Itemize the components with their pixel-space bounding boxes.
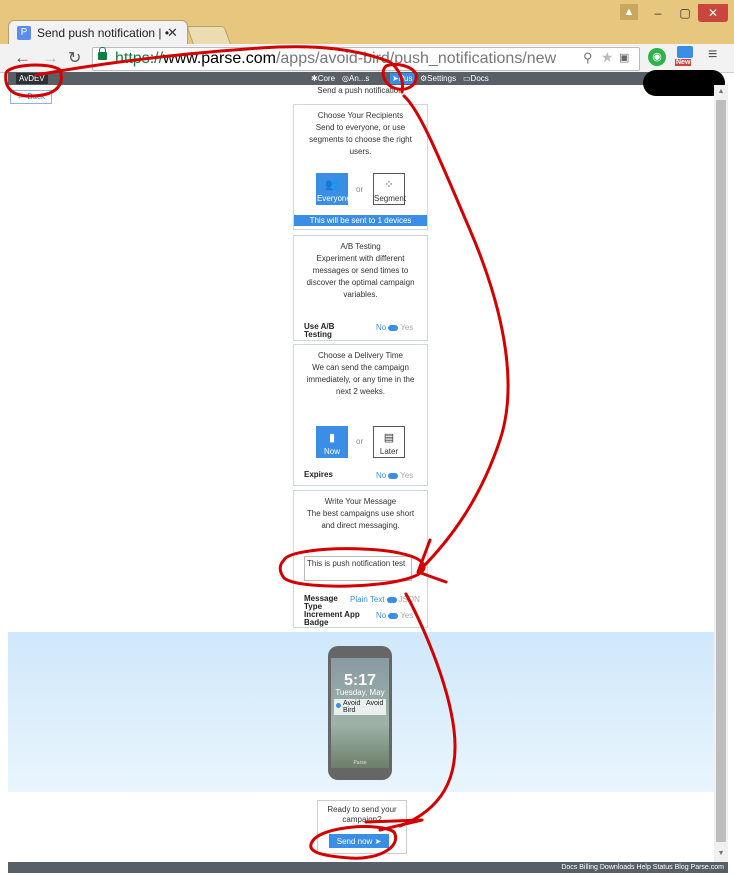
back-button[interactable]: ← Back xyxy=(10,90,52,104)
nav-analytics[interactable]: ◎An...s xyxy=(342,73,369,84)
increment-badge-toggle[interactable]: No Yes xyxy=(376,611,413,620)
lock-icon xyxy=(98,47,107,60)
scrollbar-thumb[interactable] xyxy=(716,100,726,842)
menu-icon[interactable]: ≡ xyxy=(708,46,717,64)
segment-option[interactable]: ⁘ Segment xyxy=(373,173,407,205)
redaction-mark xyxy=(643,70,725,96)
send-arrow-icon: ➤ xyxy=(374,837,382,846)
ab-testing-description: A/B Testing Experiment with different me… xyxy=(306,242,415,299)
expires-label: Expires xyxy=(304,470,333,479)
back-arrow-icon[interactable]: ← xyxy=(14,48,31,68)
translate-icon[interactable]: ▣ xyxy=(619,51,629,64)
nav-push[interactable]: ➤Pus xyxy=(390,73,415,84)
footer-links[interactable]: Docs Billing Downloads Help Status Blog … xyxy=(8,862,728,873)
ab-testing-toggle[interactable]: No Yes xyxy=(376,323,413,332)
phone-brand: Parse xyxy=(353,760,367,766)
new-badge: New xyxy=(675,59,692,66)
everyone-option[interactable]: 👥 Everyone xyxy=(316,173,351,205)
bookmark-star-icon[interactable]: ★ xyxy=(601,49,614,66)
parse-favicon-icon: P xyxy=(17,26,31,40)
send-now-button[interactable]: Send now ➤ xyxy=(329,834,389,848)
preview-notification: Avoid Bird Avoid xyxy=(334,699,386,715)
nav-core[interactable]: ✱Core xyxy=(311,73,335,84)
notification-app-icon xyxy=(336,703,341,708)
forward-arrow-icon[interactable]: → xyxy=(42,48,59,68)
close-window-icon[interactable]: ✕ xyxy=(698,4,728,22)
now-icon: ▮ xyxy=(328,432,336,444)
message-type-toggle[interactable]: Plain Text JSON xyxy=(350,595,420,604)
browser-titlebar: P Send push notification | • ✕ ▲ ‒ ▢ ✕ xyxy=(0,0,734,46)
url-text: https://www.parse.com/apps/avoid-bird/pu… xyxy=(115,50,557,67)
message-description: Write Your Message The best campaigns us… xyxy=(306,497,415,530)
nav-settings[interactable]: ⚙Settings xyxy=(420,73,456,84)
scroll-up-icon[interactable]: ▲ xyxy=(714,88,728,95)
browser-toolbar: ← → ↻ https://www.parse.com/apps/avoid-b… xyxy=(0,44,734,73)
calendar-icon: ▤ xyxy=(383,432,395,444)
send-now-label: Send now xyxy=(336,837,373,846)
later-label: Later xyxy=(379,447,399,456)
delivery-description: Choose a Delivery Time We can send the c… xyxy=(306,351,415,396)
nav-docs[interactable]: ▭Docs xyxy=(463,73,489,84)
segment-label: Segment xyxy=(374,194,407,203)
tab-title: Send push notification | • xyxy=(37,26,170,40)
ab-testing-card: A/B Testing Experiment with different me… xyxy=(293,235,428,341)
page-title: Send a push notification xyxy=(317,86,403,95)
zoom-icon[interactable]: ⚲ xyxy=(583,50,593,66)
maximize-icon[interactable]: ▢ xyxy=(672,4,698,22)
segment-icon: ⁘ xyxy=(384,179,394,191)
device-count-bar: This will be sent to 1 devices xyxy=(294,215,427,226)
preview-notification-text: Avoid xyxy=(366,700,384,707)
message-type-label: Message Type xyxy=(304,594,338,611)
message-input[interactable]: This is push notification test xyxy=(304,556,412,581)
app-switcher[interactable]: AvDEV xyxy=(16,73,48,84)
preview-app-name: Avoid Bird xyxy=(343,700,361,714)
extension-green-icon[interactable]: ◉ xyxy=(648,48,666,66)
delivery-card: Choose a Delivery Time We can send the c… xyxy=(293,344,428,486)
later-option[interactable]: ▤ Later xyxy=(373,426,405,458)
scroll-down-icon[interactable]: ▼ xyxy=(714,850,728,857)
reload-icon[interactable]: ↻ xyxy=(68,48,81,68)
everyone-label: Everyone xyxy=(317,194,351,203)
people-icon: 👥 xyxy=(325,179,339,191)
tab-close-icon[interactable]: ✕ xyxy=(167,25,178,41)
increment-badge-label: Increment App Badge xyxy=(304,610,360,627)
user-profile-icon[interactable]: ▲ xyxy=(620,4,638,20)
extension-new-icon[interactable]: New xyxy=(675,46,697,70)
now-option[interactable]: ▮ Now xyxy=(316,426,348,458)
minimize-icon[interactable]: ‒ xyxy=(645,4,671,22)
recipients-card: Choose Your Recipients Send to everyone,… xyxy=(293,104,428,230)
parse-top-nav: AvDEV ✱Core ◎An...s ➤Pus ⚙Settings ▭Docs xyxy=(8,72,714,85)
new-tab-button[interactable] xyxy=(186,26,232,46)
expires-toggle[interactable]: No Yes xyxy=(376,471,413,480)
now-label: Now xyxy=(323,447,340,456)
or-text: or xyxy=(356,185,364,194)
ready-text: Ready to send your campaign? xyxy=(327,805,397,824)
preview-date: Tuesday, May xyxy=(335,688,385,697)
ab-testing-label: Use A/B Testing xyxy=(304,322,335,339)
or-text: or xyxy=(356,437,364,446)
recipients-description: Choose Your Recipients Send to everyone,… xyxy=(309,111,412,156)
browser-tab[interactable]: P Send push notification | • ✕ xyxy=(8,20,188,45)
address-bar[interactable]: https://www.parse.com/apps/avoid-bird/pu… xyxy=(92,47,640,71)
